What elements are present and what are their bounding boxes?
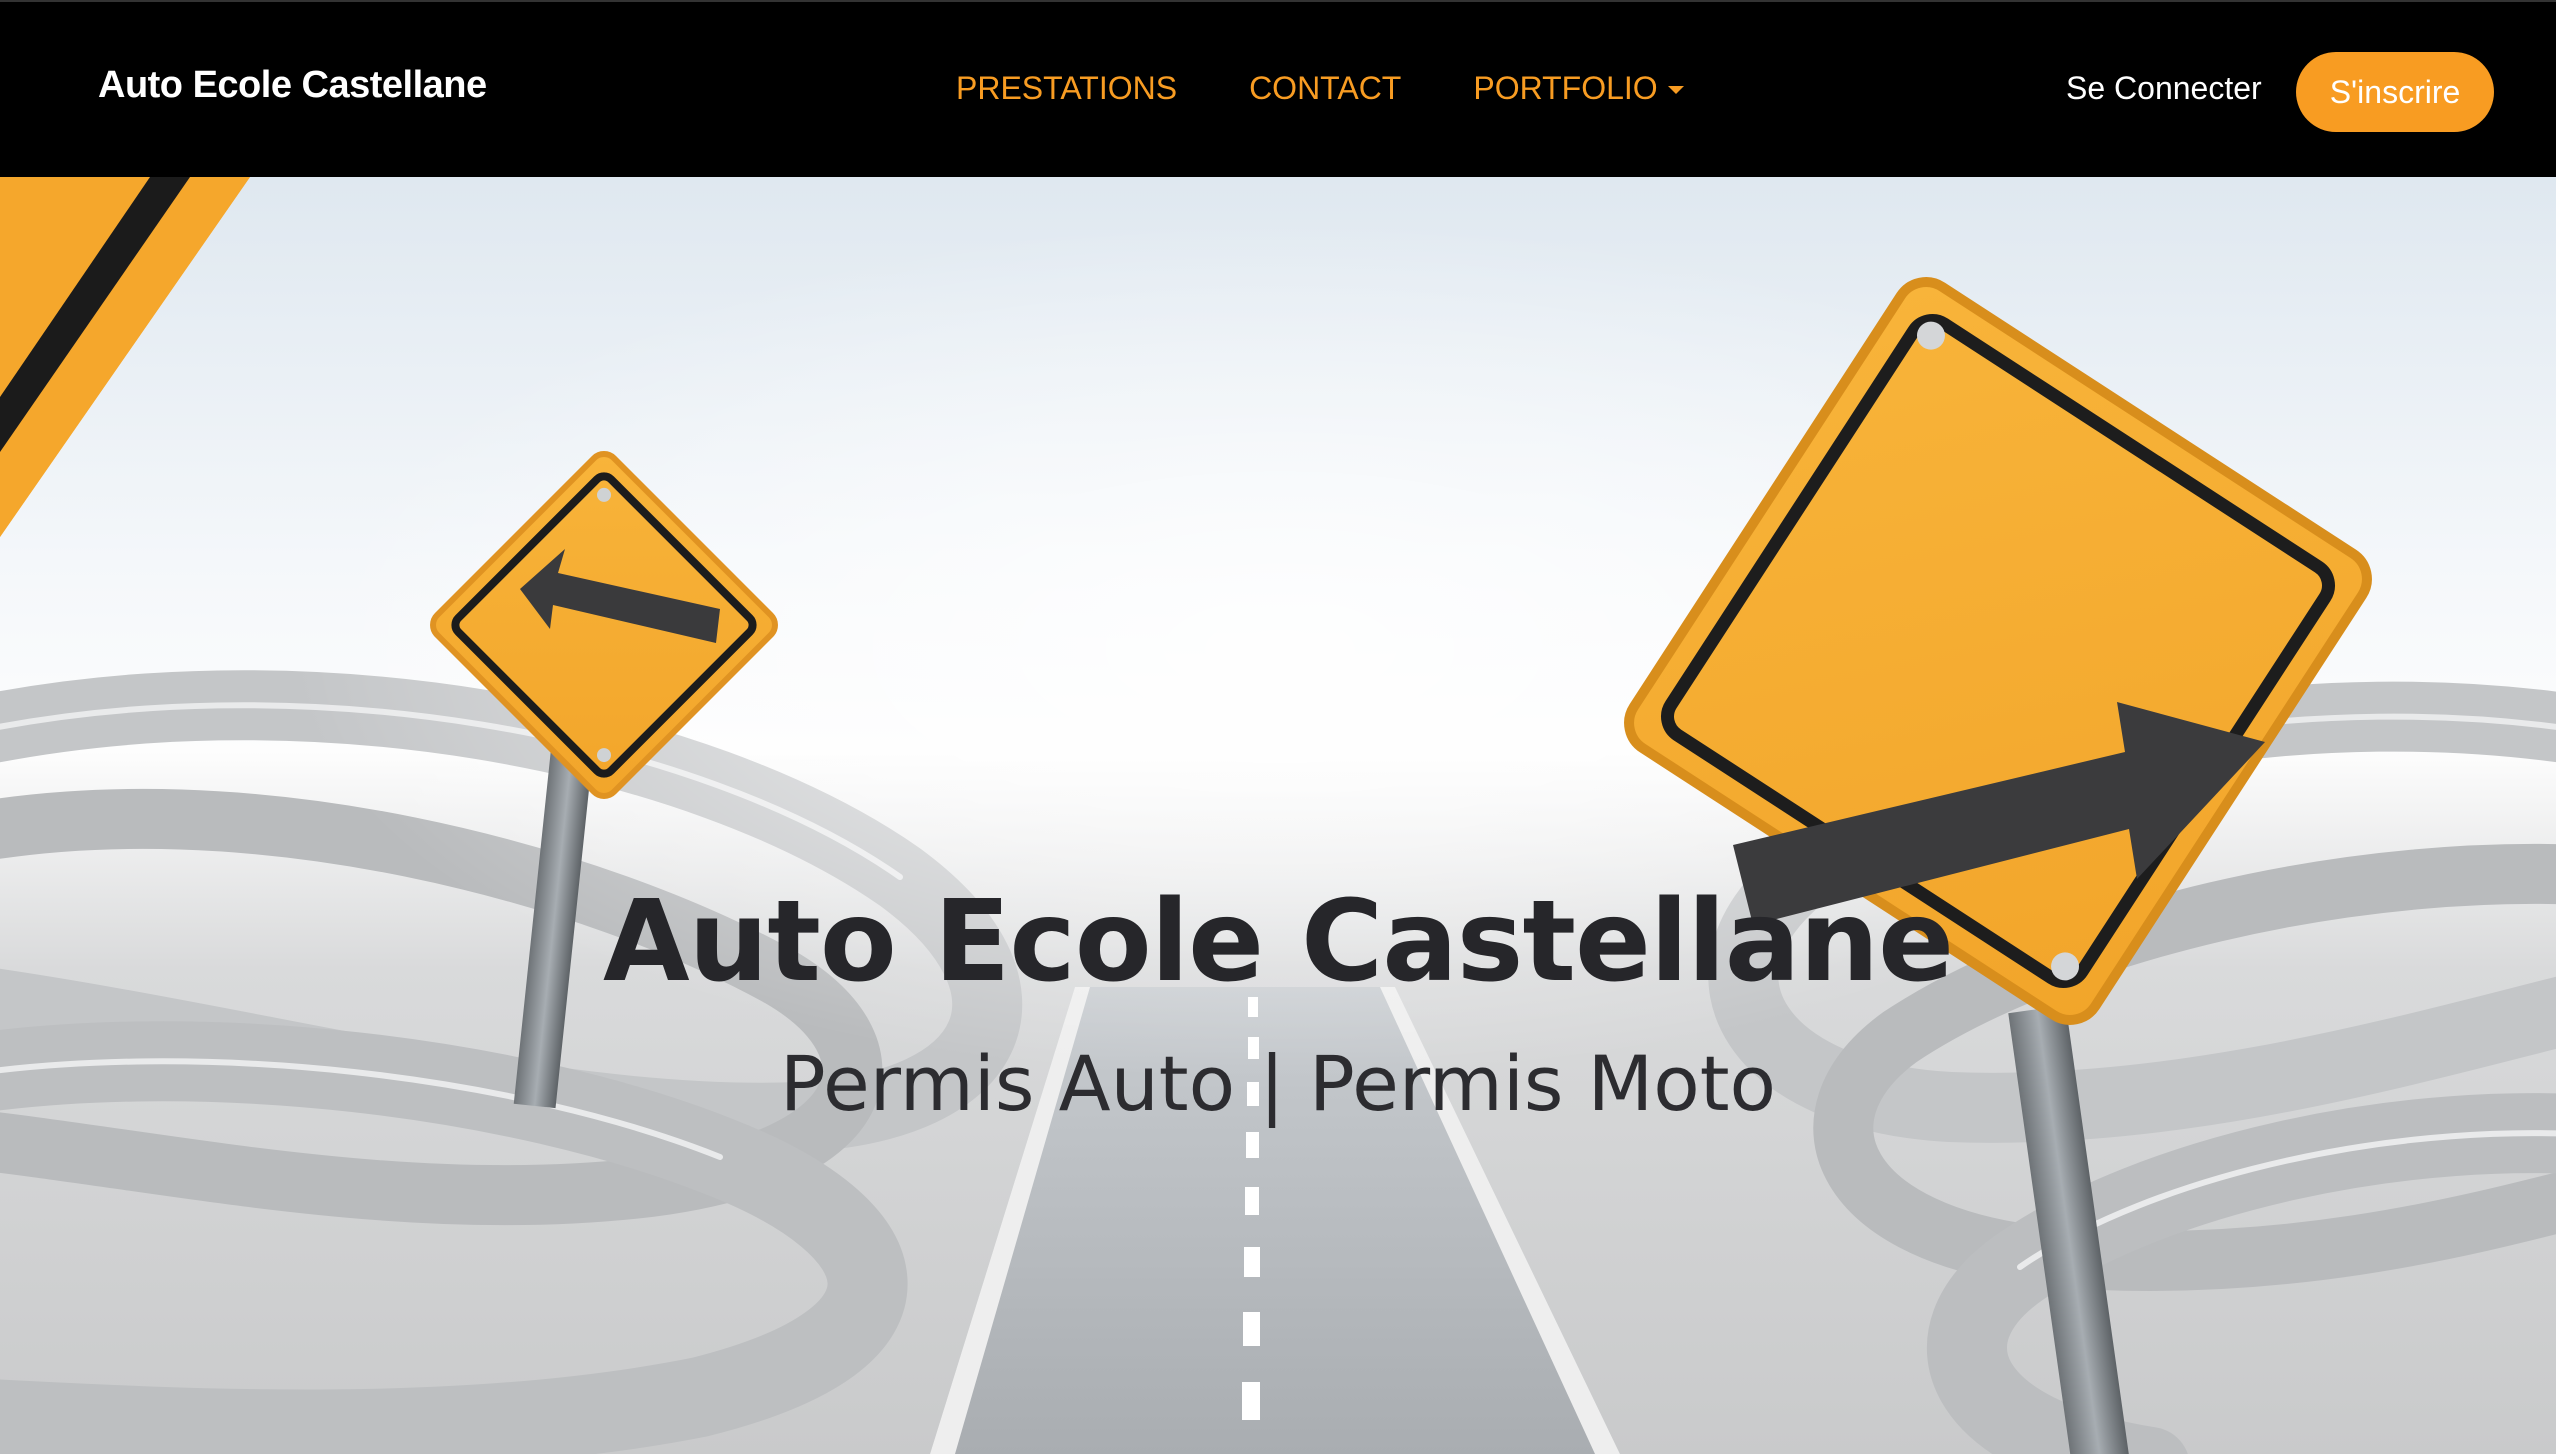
navbar: Auto Ecole Castellane PRESTATIONS CONTAC…	[0, 0, 2556, 177]
nav-link-prestations[interactable]: PRESTATIONS	[956, 70, 1177, 107]
nav-link-label: CONTACT	[1249, 70, 1402, 106]
hero-banner: Auto Ecole Castellane Permis Auto | Perm…	[0, 177, 2556, 1454]
hero-title: Auto Ecole Castellane	[602, 877, 1954, 1007]
brand-logo[interactable]: Auto Ecole Castellane	[98, 64, 487, 107]
nav-links: PRESTATIONS CONTACT PORTFOLIO	[956, 70, 1756, 107]
nav-link-portfolio-dropdown[interactable]: PORTFOLIO	[1473, 70, 1684, 107]
nav-link-label: PRESTATIONS	[956, 70, 1178, 106]
hero-subtitle: Permis Auto | Permis Moto	[779, 1039, 1777, 1128]
corner-sign-icon	[0, 177, 250, 537]
login-link[interactable]: Se Connecter	[2066, 70, 2262, 107]
nav-link-label: PORTFOLIO	[1473, 70, 1658, 106]
caret-down-icon	[1667, 85, 1684, 94]
nav-link-contact[interactable]: CONTACT	[1249, 70, 1401, 107]
hero-background	[0, 177, 2556, 1454]
signup-button[interactable]: S'inscrire	[2296, 52, 2494, 132]
